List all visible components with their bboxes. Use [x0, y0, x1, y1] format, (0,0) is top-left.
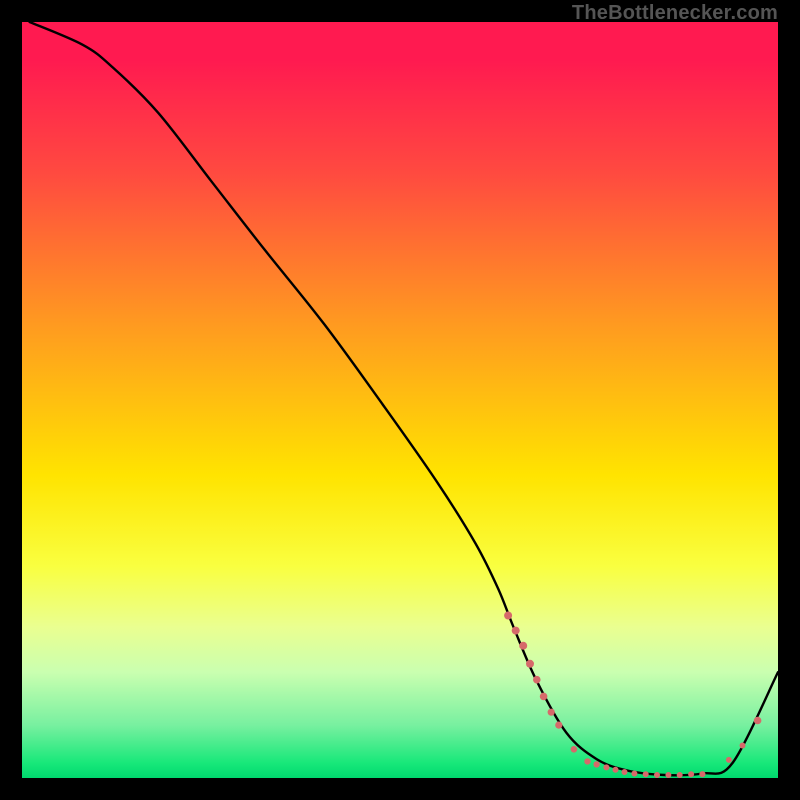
data-marker [504, 612, 512, 620]
bottleneck-curve [30, 22, 778, 775]
data-marker [603, 764, 609, 770]
data-marker [665, 772, 671, 778]
data-marker [512, 627, 520, 635]
data-marker [613, 767, 619, 773]
data-marker [584, 758, 590, 764]
attribution-label: TheBottlenecker.com [572, 2, 778, 25]
data-marker [548, 709, 555, 716]
data-marker [677, 772, 683, 778]
data-marker [654, 772, 660, 778]
data-marker [519, 642, 527, 650]
chart-frame: TheBottlenecker.com [0, 0, 800, 800]
data-marker [533, 676, 541, 684]
marker-group [504, 612, 761, 779]
data-marker [699, 771, 705, 777]
curve-layer [22, 22, 778, 778]
data-marker [643, 771, 649, 777]
data-marker [540, 693, 548, 701]
data-marker [688, 771, 694, 777]
data-marker [754, 717, 762, 725]
data-marker [740, 743, 746, 749]
data-marker [593, 761, 599, 767]
data-marker [571, 746, 578, 753]
data-marker [622, 769, 628, 775]
data-marker [631, 771, 637, 777]
data-marker [555, 722, 562, 729]
data-marker [526, 660, 534, 668]
data-marker [726, 757, 732, 763]
